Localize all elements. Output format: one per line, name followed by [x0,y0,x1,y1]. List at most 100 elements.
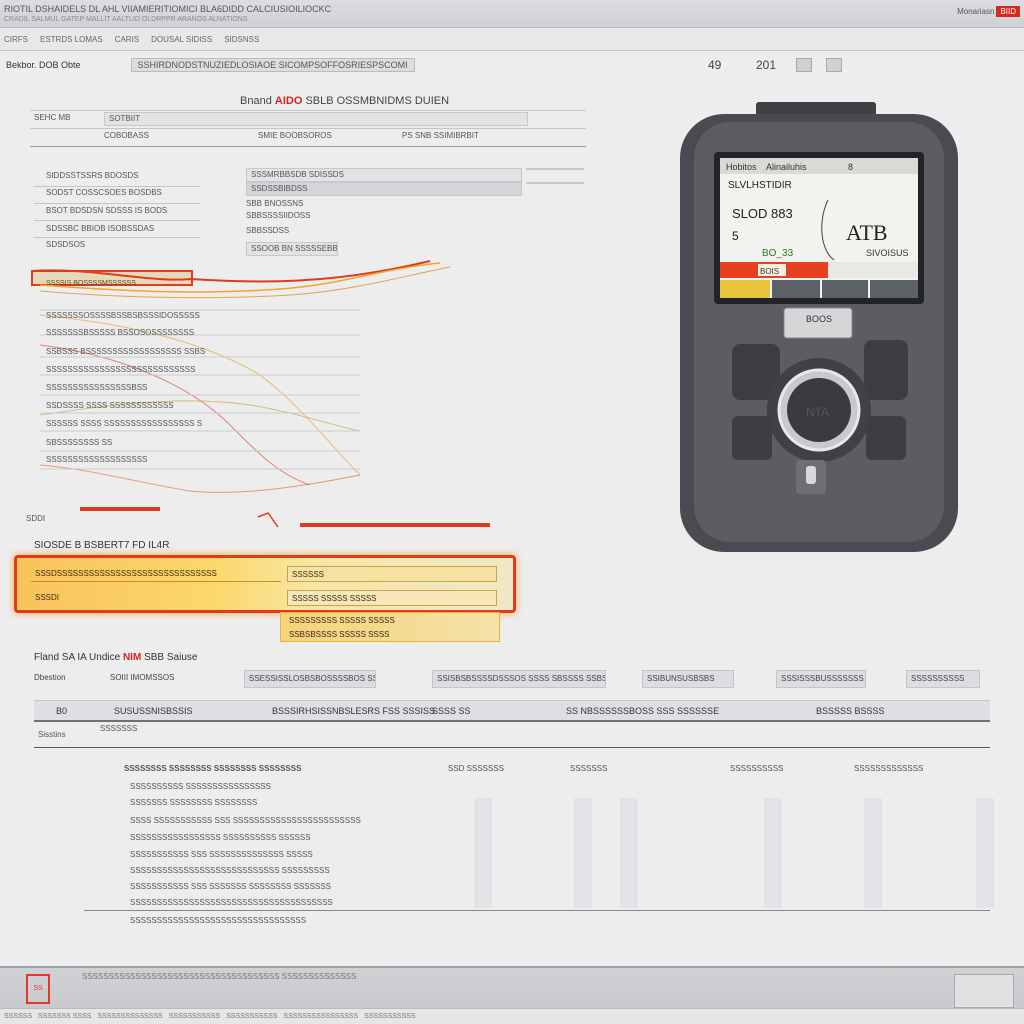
highlight-cell[interactable]: SSSSSS [287,566,497,582]
window-right-label: Monariasn [957,7,995,16]
highlight-cell[interactable]: SSBSBSSSS SSSSS SSSS [285,627,495,643]
status-item: SSSSSSSSSSS [364,1013,416,1020]
table-row[interactable]: SSSSSSSSSSS SSS SSSSSSS SSSSSSSS SSSSSSS [130,882,331,891]
screen-line-2: SLOD 883 [732,206,793,221]
device-top-connector [756,102,876,116]
table-row[interactable]: SSSSSSSS SSSSSSSS SSSSSSSS SSSSSSSS [124,764,301,773]
list-item[interactable]: SBBSSSSIIDOSS [246,211,310,225]
lower-right-button[interactable] [866,416,906,460]
column-header[interactable]: BSSSSS BSSSS [816,706,885,716]
column-shade [620,798,638,908]
text-field[interactable]: SSDSSBIBDSS [246,182,522,196]
column-header[interactable]: B0 [56,706,67,716]
highlight-box: SSSDSSSSSSSSSSSSSSSSSSSSSSSSSSSSSS SSSDI… [14,555,516,613]
menu-item[interactable]: ESTRDS LOMAS [40,35,103,44]
footer-action-button[interactable] [954,974,1014,1008]
list-item[interactable]: SDSDSOS [46,240,85,254]
obd-scanner-device: Hobitos Alinailuhis 8 SLVLHSTIDIR SLOD 8… [680,102,958,552]
divider [34,220,200,221]
filter-chip[interactable]: SSSISSSBUSSSSSSS [776,670,866,688]
table-row[interactable]: SSSSSSSSSS SSSSSSSSSSSSSSSS [130,782,271,791]
table-subheader: SSSSSSS [100,724,138,733]
right-function-button[interactable] [864,340,908,400]
signal-row[interactable]: SSSSSSSOSSSSBSSBSBSSSIDOSSSSS [46,311,200,325]
highlight-row[interactable]: SSSDI [31,590,281,606]
screen-side-text: SIVOISUS [866,248,909,258]
table-section-title: Fland SA IA Undice NIM SBB Saiuse [34,652,197,663]
signal-row[interactable]: SBSSSSSSSS SS [46,438,112,452]
list-item[interactable]: SBBSSDSS [246,226,289,240]
list-item[interactable]: SDSSBC BBIOB ISOBSSDAS [46,224,154,238]
table-row[interactable]: SSSSSSSSSSSSSSSSS SSSSSSSSSS SSSSSS [130,833,311,842]
menu-item[interactable]: SIDSNSS [224,35,259,44]
highlight-extra-panel: SSSSSSSSS SSSSS SSSSS SSBSBSSSS SSSSS SS… [280,612,500,642]
table-row[interactable]: SSSSSSS SSSSSSSS SSSSSSSS [130,798,257,807]
table-row[interactable]: SSSSSSSSSSSSSSSSSSSSSSSSSSSS SSSSSSSSS [130,866,330,875]
device-nameplate-text: BOOS [806,314,832,324]
text-field-small[interactable] [526,182,584,184]
signal-marker-label: SDDI [26,514,46,523]
list-item[interactable]: BSOT BDSDSN SDSSS IS BODS [46,206,167,220]
screen-readout: BO_33 [762,248,794,259]
screen-line-3: 5 [732,229,739,243]
filter-chip[interactable]: SSSSSSSSSS [906,670,980,688]
zoom-level[interactable]: 49 [708,58,721,72]
filter-chip[interactable]: SSIBUNSUSBSBS [642,670,734,688]
signal-waveform-graph [31,260,490,528]
text-field-small[interactable] [526,168,584,170]
screen-softkey-1 [720,280,770,298]
table-row[interactable]: SSSSSSSSSSS SSS SSSSSSSSSSSSSS SSSSS [130,850,313,859]
status-bar: SSSSSS SSSSSSS SSSS SSSSSSSSSSSSSS SSSSS… [0,1008,1024,1024]
column-header[interactable]: SS NBSSSSSSBOSS SSS SSSSSSE [566,706,719,716]
signal-row[interactable]: SSSSSSSSSSSSSSSSBSS [46,383,147,397]
grid-icon[interactable] [796,58,812,72]
list-icon[interactable] [826,58,842,72]
divider [30,110,586,111]
list-item[interactable]: SODST COSSCSOES BOSDBS [46,188,162,202]
filter-value[interactable]: SOIII IMOMSSOS [106,670,178,688]
signal-row[interactable]: SSSSSSSBSSSSS BSSOSOSSSSSSSS [46,328,194,342]
table-title-prefix: Fland SA IA Undice [34,652,121,663]
menu-item[interactable]: CIRFS [4,35,28,44]
column-header[interactable]: SUSUSSNISBSSIS [114,706,193,716]
table-row[interactable]: SSSSSSSSSSSSSSSSSSSSSSSSSSSSSSSSSSSSSS [130,898,333,907]
filter-chip[interactable]: SSESSISSLOSBSBOSSSSBOS SSOSSRI [244,670,376,688]
table-title-rest: SBB Saiuse [144,652,198,663]
status-item: SSSSSSSSSSS [168,1013,221,1020]
signal-row[interactable]: SSSSIS BOSSSSMSSSSSS [46,280,136,294]
table-row[interactable]: SSSS SSSSSSSSSSS SSS SSSSSSSSSSSSSSSSSSS… [130,816,361,825]
field-label: SEHC MB [34,113,71,122]
signal-row[interactable]: SSSSSS SSSS SSSSSSSSSSSSSSSSS S [46,419,202,433]
divider [34,203,200,204]
text-field[interactable]: SOTBIIT [104,112,528,126]
table-row[interactable]: SSSSSSSSSSSSSSSSSSSSSSSSSSSSSSSSS [130,916,306,925]
highlight-cell[interactable]: SSSSS SSSSS SSSSS [287,590,497,606]
text-field[interactable]: SSSMRBBSDB SDISSDS [246,168,522,182]
table-cell: SSSSSSSSSS [730,764,784,773]
signal-row[interactable]: SSBSSS BSSSSSSSSSSSSSSSSSS SSBS [46,347,205,361]
marker-bar-left [80,507,160,511]
menu-item[interactable]: DOUSAL SIDISS [151,35,212,44]
signal-row[interactable]: SSDSSSS SSSS SSSSSSSSSSSS [46,401,174,415]
signal-row[interactable]: SSSSSSSSSSSSSSSSSSS [46,455,147,469]
highlight-row[interactable]: SSSDSSSSSSSSSSSSSSSSSSSSSSSSSSSSSS [31,566,281,582]
column-header[interactable]: SSSS SS [432,706,471,716]
footer-text: SSSSSSSSSSSSSSSSSSSSSSSSSSSSSSSSSSSSS SS… [82,972,357,981]
signal-row[interactable]: SSSSSSSSSSSSSSSSSSSSSSSSSSSS [46,365,195,379]
screen-softkey-4 [870,280,918,298]
list-item[interactable]: SIDDSSTSSRS BDOSDS [46,171,138,185]
toolbar-search-field[interactable]: SSHIRDNODSTNUZIEDLOSIAOE SICOMPSOFFOSRIE… [130,58,415,72]
status-item: SSSSSS [4,1013,33,1020]
lower-left-button[interactable] [732,416,772,460]
filter-chip[interactable]: SSISBSBSSSSDSSSOS SSSS SBSSSS SSBSS [432,670,606,688]
page-number[interactable]: 201 [756,58,776,72]
column-header[interactable]: BSSSIRHSISSNBSLESRS FSS SSSISS [272,706,435,716]
panel-title: Bnand AIDO SBLB OSSMBNIDMS DUIEN [240,95,449,107]
screen-header-mid: Alinailuhis [766,162,807,172]
window-close-button[interactable]: BIID [996,6,1020,17]
power-icon [806,466,816,484]
brand-logo: SS [26,974,50,1004]
menu-item[interactable]: CARIS [115,35,139,44]
panel-title-highlight: AIDO [274,95,303,107]
text-field[interactable]: SSOOB BN SSSSSEBBS [246,242,338,256]
